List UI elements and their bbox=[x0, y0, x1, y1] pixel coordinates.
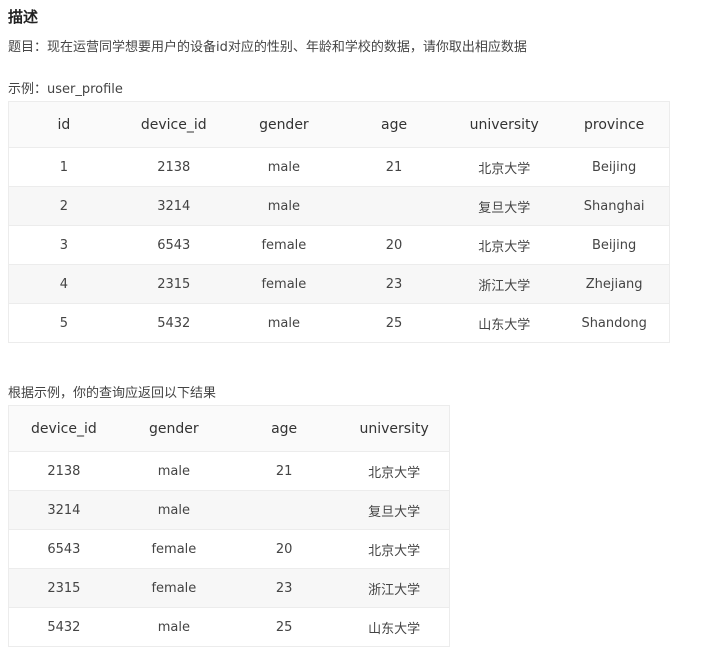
table-cell: 23 bbox=[338, 264, 450, 304]
table-cell: 复旦大学 bbox=[449, 186, 560, 226]
problem-page: 描述 题目：现在运营同学想要用户的设备id对应的性别、年龄和学校的数据，请你取出… bbox=[0, 0, 717, 651]
column-header: age bbox=[229, 405, 340, 452]
table-row: 4 2315 female 23 浙江大学 Zhejiang bbox=[8, 264, 670, 304]
table-cell: 复旦大学 bbox=[339, 490, 450, 530]
table-cell: 23 bbox=[229, 568, 340, 608]
table-cell: 2315 bbox=[118, 264, 229, 304]
table-cell: 浙江大学 bbox=[449, 264, 560, 304]
table-row: 6543 female 20 北京大学 bbox=[8, 529, 450, 569]
table-cell: 2315 bbox=[8, 568, 119, 608]
column-header: device_id bbox=[118, 101, 229, 148]
table-row: 3 6543 female 20 北京大学 Beijing bbox=[8, 225, 670, 265]
problem-description: 题目：现在运营同学想要用户的设备id对应的性别、年龄和学校的数据，请你取出相应数… bbox=[8, 40, 527, 55]
column-header: university bbox=[449, 101, 560, 148]
example-table: id device_id gender age university provi… bbox=[8, 101, 670, 343]
table-cell: 4 bbox=[8, 264, 119, 304]
table-cell: Zhejiang bbox=[559, 264, 670, 304]
table-cell: 20 bbox=[338, 225, 450, 265]
table-cell: Shanghai bbox=[559, 186, 670, 226]
column-header: id bbox=[8, 101, 119, 148]
table-cell: Beijing bbox=[559, 147, 670, 187]
table-cell: 3214 bbox=[8, 490, 119, 530]
table-cell: female bbox=[118, 568, 229, 608]
table-cell: female bbox=[118, 529, 229, 569]
column-header: province bbox=[559, 101, 670, 148]
table-row: 2315 female 23 浙江大学 bbox=[8, 568, 450, 608]
table-cell: 2 bbox=[8, 186, 119, 226]
column-header: age bbox=[338, 101, 450, 148]
table-cell: male bbox=[228, 147, 339, 187]
table-cell: 北京大学 bbox=[449, 225, 560, 265]
table-cell: 6543 bbox=[8, 529, 119, 569]
table-cell: male bbox=[118, 451, 229, 491]
table-cell: 1 bbox=[8, 147, 119, 187]
column-header: gender bbox=[228, 101, 339, 148]
table-row: 3214 male 复旦大学 bbox=[8, 490, 450, 530]
table-cell: female bbox=[228, 225, 339, 265]
table-cell: 北京大学 bbox=[339, 529, 450, 569]
section-heading: 描述 bbox=[8, 8, 39, 26]
table-cell: 北京大学 bbox=[339, 451, 450, 491]
table-cell: Shandong bbox=[559, 303, 670, 343]
table-cell: female bbox=[228, 264, 339, 304]
table-cell: 3214 bbox=[118, 186, 229, 226]
table-row: 1 2138 male 21 北京大学 Beijing bbox=[8, 147, 670, 187]
column-header: gender bbox=[118, 405, 229, 452]
result-caption: 根据示例，你的查询应返回以下结果 bbox=[8, 386, 217, 401]
table-cell: male bbox=[228, 303, 339, 343]
table-cell: 山东大学 bbox=[339, 607, 450, 647]
table-row: 5432 male 25 山东大学 bbox=[8, 607, 450, 647]
table-cell: 3 bbox=[8, 225, 119, 265]
column-header: university bbox=[339, 405, 450, 452]
table-cell: 25 bbox=[229, 607, 340, 647]
table-cell: 5432 bbox=[8, 607, 119, 647]
table-cell: 5 bbox=[8, 303, 119, 343]
table-header-row: device_id gender age university bbox=[8, 405, 450, 452]
table-cell: 21 bbox=[338, 147, 450, 187]
table-cell: 20 bbox=[229, 529, 340, 569]
column-header: device_id bbox=[8, 405, 119, 452]
table-cell: 25 bbox=[338, 303, 450, 343]
table-cell bbox=[338, 186, 450, 226]
table-cell: Beijing bbox=[559, 225, 670, 265]
table-row: 2 3214 male 复旦大学 Shanghai bbox=[8, 186, 670, 226]
table-cell bbox=[229, 490, 340, 530]
result-table: device_id gender age university 2138 mal… bbox=[8, 405, 450, 647]
example-caption: 示例：user_profile bbox=[8, 82, 123, 97]
table-cell: 山东大学 bbox=[449, 303, 560, 343]
table-cell: 2138 bbox=[8, 451, 119, 491]
table-cell: 21 bbox=[229, 451, 340, 491]
table-cell: male bbox=[228, 186, 339, 226]
table-cell: male bbox=[118, 607, 229, 647]
table-cell: male bbox=[118, 490, 229, 530]
table-header-row: id device_id gender age university provi… bbox=[8, 101, 670, 148]
table-row: 5 5432 male 25 山东大学 Shandong bbox=[8, 303, 670, 343]
table-cell: 5432 bbox=[118, 303, 229, 343]
table-cell: 浙江大学 bbox=[339, 568, 450, 608]
table-cell: 6543 bbox=[118, 225, 229, 265]
table-row: 2138 male 21 北京大学 bbox=[8, 451, 450, 491]
table-cell: 2138 bbox=[118, 147, 229, 187]
table-cell: 北京大学 bbox=[449, 147, 560, 187]
